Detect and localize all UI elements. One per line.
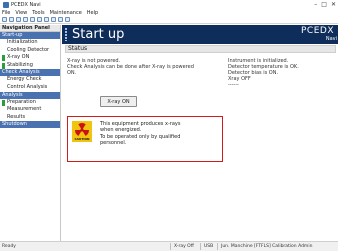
menu-view[interactable]: View bbox=[15, 10, 27, 16]
nav-header: Navigation Panel bbox=[0, 25, 60, 32]
nav-section-shutdown[interactable]: Shutdown bbox=[0, 121, 60, 129]
status-message: X-ray is not powered. Check Analysis can… bbox=[67, 58, 197, 76]
nav-item-xray-on[interactable]: X-ray ON bbox=[0, 54, 60, 62]
instrument-status-line: ------ bbox=[228, 82, 239, 88]
nav-section-analysis[interactable]: Analysis bbox=[0, 91, 60, 99]
menu-bar: File View Tools Maintenance Help bbox=[0, 9, 338, 16]
page-banner: Start up PCEDX Navi bbox=[62, 25, 338, 44]
zoom-icon[interactable] bbox=[37, 17, 42, 22]
nav-item-results[interactable]: Results bbox=[0, 114, 60, 122]
close-button[interactable]: ✕ bbox=[331, 1, 336, 8]
save-icon[interactable] bbox=[16, 17, 21, 22]
statusbar-xray-status: X-ray Off bbox=[174, 244, 194, 249]
statusbar-divider bbox=[217, 243, 218, 250]
statusbar-ready: Ready bbox=[2, 244, 16, 249]
statusbar-divider bbox=[170, 243, 171, 250]
radiation-warning-icon: CAUTION bbox=[72, 121, 92, 142]
nav-item-energy-check[interactable]: Energy Check bbox=[0, 76, 60, 84]
nav-item-measurement[interactable]: Measurement bbox=[0, 106, 60, 114]
navigation-panel: Navigation Panel Start-up Initialization… bbox=[0, 25, 61, 241]
window-title: PCEDX Navi bbox=[11, 1, 41, 8]
print-icon[interactable] bbox=[23, 17, 28, 22]
app-icon bbox=[3, 1, 9, 8]
page-title: Start up bbox=[72, 27, 125, 42]
status-bar: Ready X-ray Off USB Jun. Manchine [FTFLS… bbox=[0, 241, 338, 251]
nav-section-check-analysis[interactable]: Check Analysis bbox=[0, 69, 60, 77]
brand-logo: PCEDX bbox=[301, 26, 334, 36]
menu-tools[interactable]: Tools bbox=[32, 10, 44, 16]
radiation-warning-box: CAUTION This equipment produces x-rays w… bbox=[67, 116, 223, 162]
nav-item-stabilizing[interactable]: Stabilizing bbox=[0, 62, 60, 70]
nav-item-control-analysis[interactable]: Control Analysis bbox=[0, 84, 60, 92]
status-line: ON. bbox=[67, 70, 77, 76]
status-line: Check Analysis can be done after X-ray i… bbox=[67, 64, 194, 70]
maximize-button[interactable]: □ bbox=[321, 1, 327, 8]
xray-on-button[interactable]: X-ray ON bbox=[100, 96, 137, 107]
statusbar-device: USB bbox=[204, 244, 214, 249]
warning-text: This equipment produces x-rays when ener… bbox=[100, 121, 218, 147]
nav-item-cooling-detector[interactable]: Cooling Detector bbox=[0, 47, 60, 55]
status-section-title: Status bbox=[65, 45, 336, 53]
menu-help[interactable]: Help bbox=[87, 10, 98, 16]
warning-line: personnel. bbox=[100, 140, 127, 147]
banner-stripe-icon bbox=[65, 28, 67, 41]
exit-icon[interactable] bbox=[65, 17, 70, 22]
main-panel: Start up PCEDX Navi Status X-ray is not … bbox=[62, 25, 338, 241]
title-bar: PCEDX Navi – □ ✕ bbox=[0, 0, 338, 9]
statusbar-divider bbox=[200, 243, 201, 250]
menu-maintenance[interactable]: Maintenance bbox=[50, 10, 82, 16]
brand-sublabel: Navi bbox=[325, 36, 337, 42]
nav-item-initialization[interactable]: Initialization bbox=[0, 39, 60, 47]
instrument-status-list: Instrument is initialized. Detector temp… bbox=[228, 58, 334, 88]
new-icon[interactable] bbox=[2, 17, 7, 22]
toolbar bbox=[0, 16, 338, 24]
nav-section-startup[interactable]: Start-up bbox=[0, 32, 60, 39]
window-controls: – □ ✕ bbox=[314, 1, 336, 8]
minimize-button[interactable]: – bbox=[314, 1, 317, 8]
copy-icon[interactable] bbox=[30, 17, 35, 22]
help-icon[interactable] bbox=[51, 17, 56, 22]
open-icon[interactable] bbox=[9, 17, 14, 22]
settings-icon[interactable] bbox=[44, 17, 49, 22]
statusbar-user: Jun. Manchine [FTFLS] Calibration Admin bbox=[221, 244, 313, 249]
caution-label: CAUTION bbox=[74, 137, 90, 141]
menu-file[interactable]: File bbox=[2, 10, 10, 16]
nav-item-preparation[interactable]: Preparation bbox=[0, 99, 60, 107]
info-icon[interactable] bbox=[58, 17, 63, 22]
